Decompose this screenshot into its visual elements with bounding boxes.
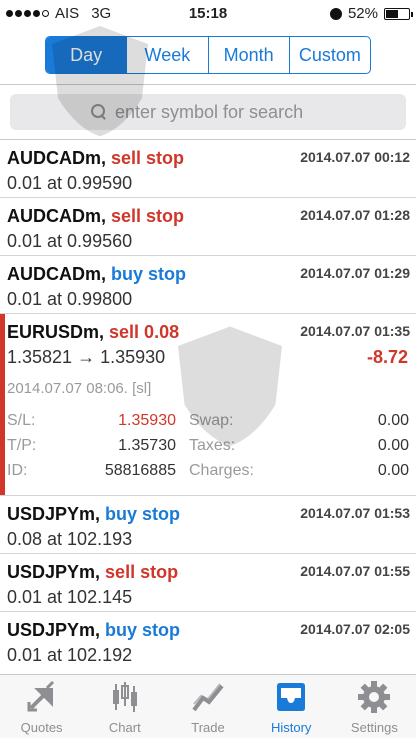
order-symbol: AUDCADm	[7, 206, 101, 226]
gear-icon	[358, 681, 391, 713]
order-time: 2014.07.07 01:53	[300, 505, 410, 521]
deal-symbol: EURUSDm	[7, 322, 100, 342]
candlestick-chart-icon	[112, 682, 137, 712]
loss-accent-bar	[0, 314, 5, 495]
taxes-value: 0.00	[377, 437, 409, 454]
order-time: 2014.07.07 01:29	[300, 265, 410, 281]
tab-trade-label: Trade	[191, 720, 225, 735]
tab-history-label: History	[270, 720, 312, 735]
deal-title: EURUSDm, sell 0.08	[7, 322, 180, 342]
tab-history[interactable]: History	[250, 675, 333, 738]
order-time: 2014.07.07 02:05	[300, 621, 410, 637]
inbox-tray-icon	[277, 683, 306, 711]
id-value: 58816885	[104, 462, 176, 479]
order-title: AUDCADm, sell stop	[7, 206, 185, 226]
order-title: USDJPYm, sell stop	[7, 562, 179, 582]
order-detail: 0.01 at 102.145	[7, 587, 133, 607]
order-action: buy stop	[111, 264, 187, 284]
order-symbol: USDJPYm	[7, 504, 96, 524]
quotes-arrows-icon	[27, 680, 54, 712]
list-item[interactable]: AUDCADm, sell stop 2014.07.07 01:28 0.01…	[0, 197, 416, 255]
swap-value: 0.00	[377, 412, 409, 429]
tp-label: T/P:	[7, 437, 37, 454]
deal-close-info: 2014.07.07 08:06. [sl]	[7, 380, 152, 397]
tab-chart-label: Chart	[108, 720, 141, 735]
deal-action: sell 0.08	[109, 322, 180, 342]
sl-value: 1.35930	[118, 412, 176, 429]
deal-item-expanded[interactable]: EURUSDm, sell 0.08 2014.07.07 01:35 1.35…	[0, 313, 416, 495]
order-time: 2014.07.07 00:12	[300, 149, 410, 165]
order-time: 2014.07.07 01:28	[300, 207, 410, 223]
tab-chart[interactable]: Chart	[83, 675, 166, 738]
order-action: sell stop	[111, 148, 185, 168]
taxes-label: Taxes:	[189, 437, 236, 454]
list-item[interactable]: USDJPYm, sell stop 2014.07.07 01:55 0.01…	[0, 553, 416, 611]
order-action: sell stop	[105, 562, 179, 582]
deal-prices: 1.35821 → 1.35930	[7, 347, 166, 367]
order-title: USDJPYm, buy stop	[7, 504, 181, 524]
charges-value: 0.00	[377, 462, 409, 479]
order-symbol: USDJPYm	[7, 620, 96, 640]
tab-trade[interactable]: Trade	[166, 675, 249, 738]
search-box[interactable]	[10, 94, 406, 130]
tab-settings-label: Settings	[350, 720, 398, 735]
battery-icon	[384, 7, 413, 20]
status-right: 52%	[329, 5, 413, 22]
sl-label: S/L:	[7, 412, 36, 429]
order-action: buy stop	[105, 620, 181, 640]
status-bar: AIS 3G 15:18 52%	[0, 0, 416, 28]
order-title: AUDCADm, buy stop	[7, 264, 187, 284]
order-action: buy stop	[105, 504, 181, 524]
order-detail: 0.01 at 0.99560	[7, 231, 133, 251]
deal-profit: -8.72	[366, 347, 408, 367]
order-symbol: AUDCADm	[7, 148, 101, 168]
order-detail: 0.01 at 0.99800	[7, 289, 133, 309]
tab-week[interactable]: Week	[126, 37, 207, 73]
id-label: ID:	[7, 462, 28, 479]
search-bar	[0, 85, 416, 138]
list-item[interactable]: AUDCADm, sell stop 2014.07.07 00:12 0.01…	[0, 139, 416, 197]
tab-month[interactable]: Month	[207, 37, 289, 73]
tab-settings[interactable]: Settings	[333, 675, 416, 738]
history-list: AUDCADm, sell stop 2014.07.07 00:12 0.01…	[0, 139, 416, 669]
period-segmented-control: Day Week Month Custom	[45, 36, 371, 74]
search-input[interactable]	[115, 101, 325, 123]
tab-day[interactable]: Day	[46, 37, 127, 73]
trade-line-icon	[192, 683, 224, 712]
charges-label: Charges:	[189, 462, 254, 479]
order-title: AUDCADm, sell stop	[7, 148, 185, 168]
battery-percent: 52%	[347, 5, 378, 22]
tab-quotes[interactable]: Quotes	[0, 675, 83, 738]
order-title: USDJPYm, buy stop	[7, 620, 181, 640]
order-symbol: AUDCADm	[7, 264, 101, 284]
swap-label: Swap:	[189, 412, 234, 429]
tp-value: 1.35730	[118, 437, 176, 454]
list-item[interactable]: USDJPYm, buy stop 2014.07.07 01:53 0.08 …	[0, 495, 416, 553]
tab-custom[interactable]: Custom	[288, 37, 370, 73]
order-detail: 0.01 at 0.99590	[7, 173, 133, 193]
list-item[interactable]: AUDCADm, buy stop 2014.07.07 01:29 0.01 …	[0, 255, 416, 313]
bottom-tab-bar: Quotes Chart Trade History Settings	[0, 674, 416, 738]
order-detail: 0.01 at 102.192	[7, 645, 133, 665]
tab-quotes-label: Quotes	[20, 720, 63, 735]
deal-time: 2014.07.07 01:35	[300, 323, 410, 339]
list-item[interactable]: USDJPYm, buy stop 2014.07.07 02:05 0.01 …	[0, 611, 416, 669]
order-action: sell stop	[111, 206, 185, 226]
search-icon	[91, 104, 107, 120]
order-detail: 0.08 at 102.193	[7, 529, 133, 549]
alarm-icon	[329, 7, 342, 20]
order-symbol: USDJPYm	[7, 562, 96, 582]
order-time: 2014.07.07 01:55	[300, 563, 410, 579]
